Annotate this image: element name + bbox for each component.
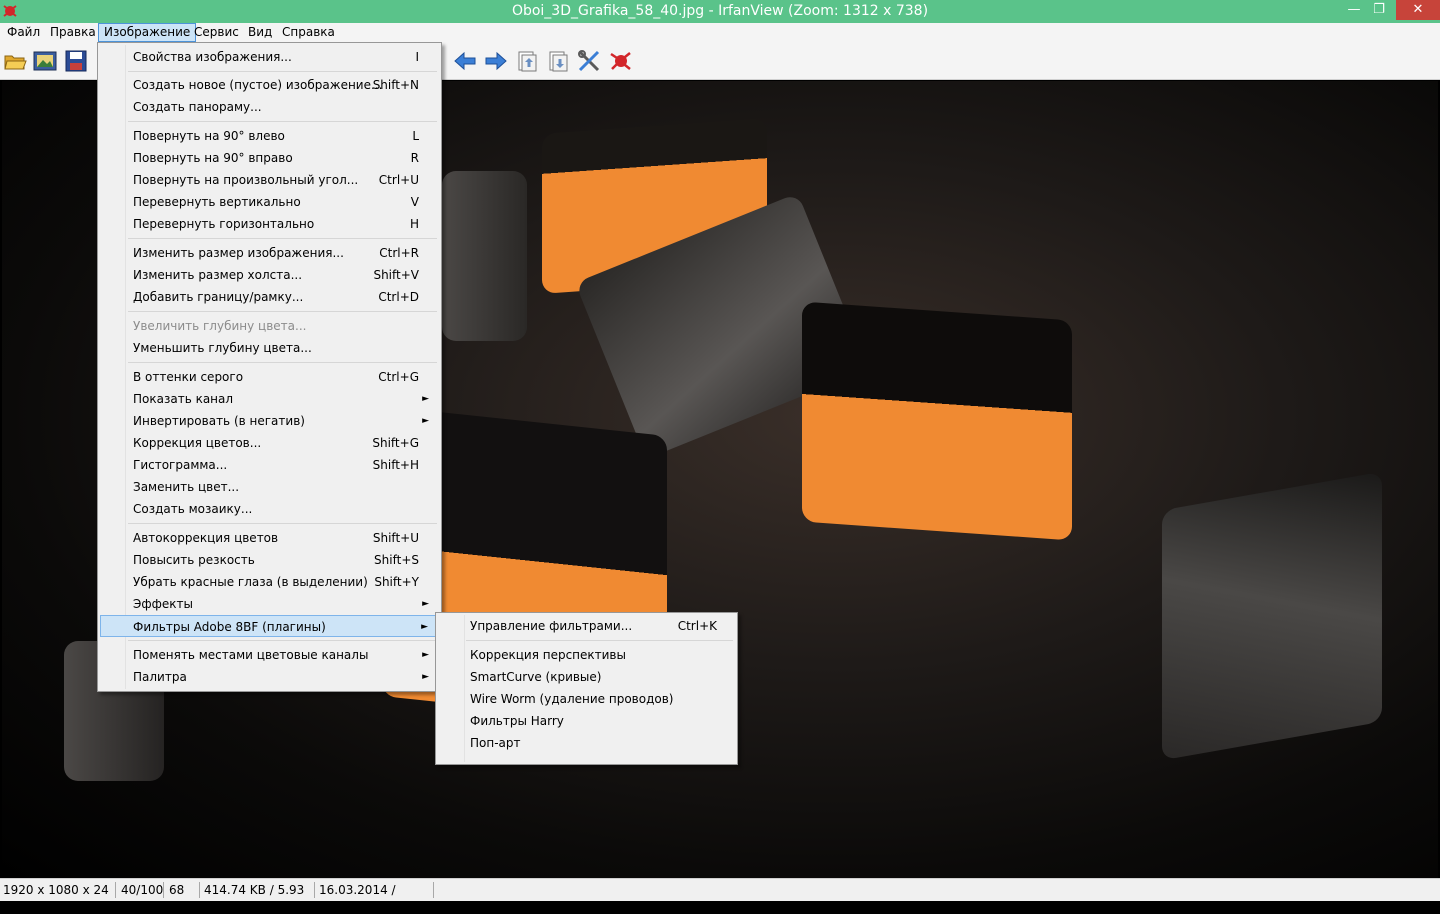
filters-submenu: Управление фильтрами... Ctrl+K Коррекция … <box>435 612 738 765</box>
irfanview-logo-icon[interactable] <box>608 49 632 73</box>
submenu-arrow-icon: ► <box>421 622 428 632</box>
close-button[interactable]: ✕ <box>1396 0 1440 20</box>
menu-item-grayscale[interactable]: В оттенки серого Ctrl+G <box>100 366 439 388</box>
menu-item-create-new-image[interactable]: Создать новое (пустое) изображение... Shi… <box>100 74 439 96</box>
menu-item-invert[interactable]: Инвертировать (в негатив) ► <box>100 410 439 432</box>
menu-separator <box>128 523 437 524</box>
submenu-item-perspective-correction[interactable]: Коррекция перспективы <box>438 644 735 666</box>
menu-tools[interactable]: Сервис <box>189 24 244 41</box>
menu-separator <box>128 238 437 239</box>
menu-item-resize-image[interactable]: Изменить размер изображения... Ctrl+R <box>100 242 439 264</box>
menu-bar: Файл Правка Изображение Сервис Вид Справ… <box>0 23 1440 44</box>
menu-item-resize-canvas[interactable]: Изменить размер холста... Shift+V <box>100 264 439 286</box>
window-title: Oboi_3D_Grafika_58_40.jpg - IrfanView (Z… <box>511 3 929 19</box>
menu-item-rotate-custom[interactable]: Повернуть на произвольный угол... Ctrl+U <box>100 169 439 191</box>
page-down-icon[interactable] <box>546 49 570 73</box>
menu-separator <box>128 71 437 72</box>
menu-separator <box>128 311 437 312</box>
cube-left-grey <box>442 171 527 341</box>
menu-item-show-channel[interactable]: Показать канал ► <box>100 388 439 410</box>
submenu-arrow-icon: ► <box>422 672 429 682</box>
status-file-size: 414.74 KB / 5.93 MB <box>201 882 315 913</box>
menu-item-effects[interactable]: Эффекты ► <box>100 593 439 615</box>
menu-item-add-border[interactable]: Добавить границу/рамку... Ctrl+D <box>100 286 439 308</box>
restore-button[interactable]: ❐ <box>1366 0 1392 20</box>
menu-edit[interactable]: Правка <box>45 24 101 41</box>
submenu-item-manage-filters[interactable]: Управление фильтрами... Ctrl+K <box>438 615 735 637</box>
menu-help[interactable]: Справка <box>277 24 340 41</box>
title-bar: Oboi_3D_Grafika_58_40.jpg - IrfanView (Z… <box>0 0 1440 23</box>
menu-item-adobe-8bf-filters[interactable]: Фильтры Adobe 8BF (плагины) ► <box>100 615 439 637</box>
menu-separator <box>128 640 437 641</box>
slideshow-icon[interactable] <box>33 49 57 73</box>
menu-separator <box>128 362 437 363</box>
submenu-item-harry-filters[interactable]: Фильтры Harry <box>438 710 735 732</box>
arrow-left-icon[interactable] <box>453 49 477 73</box>
menu-file[interactable]: Файл <box>2 24 45 41</box>
menu-view[interactable]: Вид <box>243 24 277 41</box>
image-menu-dropdown: Свойства изображения... I Создать новое (… <box>97 42 442 692</box>
menu-item-flip-horizontal[interactable]: Перевернуть горизонтально H <box>100 213 439 235</box>
menu-item-increase-color-depth: Увеличить глубину цвета... <box>133 319 307 333</box>
cube-right-orange <box>802 301 1072 541</box>
submenu-arrow-icon: ► <box>422 599 429 609</box>
submenu-arrow-icon: ► <box>422 394 429 404</box>
menu-item-rotate-right[interactable]: Повернуть на 90° вправо R <box>100 147 439 169</box>
status-file-index: 40/100 <box>118 882 164 898</box>
menu-item-auto-color[interactable]: Автокоррекция цветов Shift+U <box>100 527 439 549</box>
minimize-button[interactable]: — <box>1340 0 1368 20</box>
status-bar: 1920 x 1080 x 24 BPP 40/100 68 % 414.74 … <box>0 878 1440 913</box>
menu-item-palette[interactable]: Палитра ► <box>100 666 439 688</box>
menu-item-sharpen[interactable]: Повысить резкость Shift+S <box>100 549 439 571</box>
submenu-separator <box>466 640 733 641</box>
open-folder-icon[interactable] <box>3 49 27 73</box>
menu-item-create-panorama[interactable]: Создать панораму... <box>100 96 439 118</box>
menu-item-decrease-color-depth[interactable]: Уменьшить глубину цвета... <box>100 337 439 359</box>
menu-item-red-eye[interactable]: Убрать красные глаза (в выделении) Shift+… <box>100 571 439 593</box>
menu-separator <box>128 121 437 122</box>
submenu-item-wire-worm[interactable]: Wire Worm (удаление проводов) <box>438 688 735 710</box>
status-image-size: 1920 x 1080 x 24 BPP <box>0 882 116 913</box>
menu-item-histogram[interactable]: Гистограмма... Shift+H <box>100 454 439 476</box>
menu-item-image-properties[interactable]: Свойства изображения... I <box>100 46 439 68</box>
cube-far-right-grey <box>1162 471 1382 761</box>
menu-item-replace-color[interactable]: Заменить цвет... <box>100 476 439 498</box>
arrow-right-icon[interactable] <box>484 49 508 73</box>
submenu-item-smartcurve[interactable]: SmartCurve (кривые) <box>438 666 735 688</box>
submenu-arrow-icon: ► <box>422 650 429 660</box>
menu-item-flip-vertical[interactable]: Перевернуть вертикально V <box>100 191 439 213</box>
menu-item-rotate-left[interactable]: Повернуть на 90° влево L <box>100 125 439 147</box>
menu-image[interactable]: Изображение <box>98 23 197 42</box>
menu-item-create-mosaic[interactable]: Создать мозаику... <box>100 498 439 520</box>
status-datetime: 16.03.2014 / 13:56:58 <box>316 882 434 913</box>
status-zoom: 68 % <box>166 882 200 913</box>
save-icon[interactable] <box>64 49 88 73</box>
submenu-arrow-icon: ► <box>422 416 429 426</box>
menu-item-color-correction[interactable]: Коррекция цветов... Shift+G <box>100 432 439 454</box>
page-up-icon[interactable] <box>515 49 539 73</box>
settings-icon[interactable] <box>577 49 601 73</box>
submenu-item-pop-art[interactable]: Поп-арт <box>438 732 735 754</box>
menu-item-swap-channels[interactable]: Поменять местами цветовые каналы ► <box>100 644 439 666</box>
